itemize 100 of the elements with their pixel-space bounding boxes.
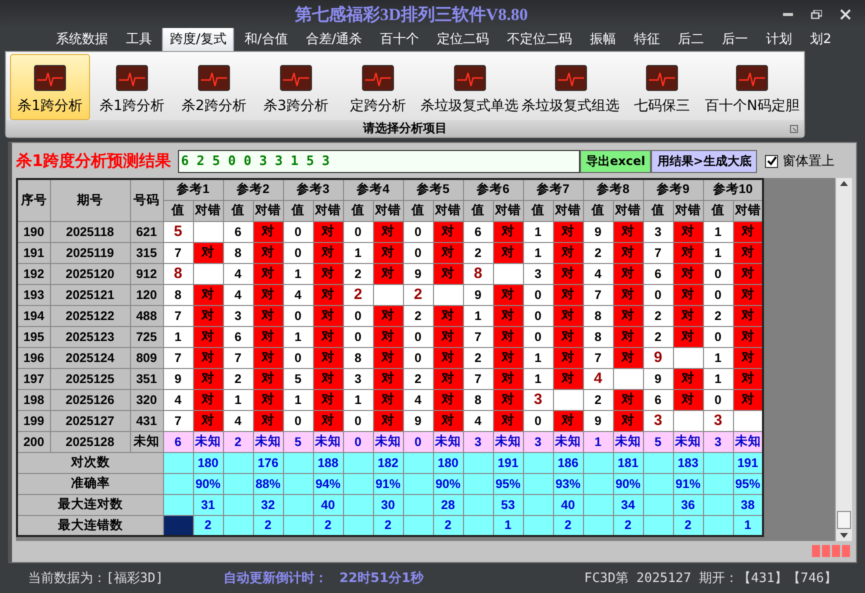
table-cell: 对 xyxy=(433,368,463,389)
analysis-item[interactable]: 杀2跨分析 xyxy=(174,54,254,120)
indicator-icon xyxy=(812,545,820,557)
column-header: 对错 xyxy=(313,200,343,221)
table-cell: 2 xyxy=(373,515,403,536)
menu-tab[interactable]: 跨度/复式 xyxy=(162,26,234,51)
menu-tab[interactable]: 特征 xyxy=(626,26,668,51)
table-cell: 40 xyxy=(313,494,343,515)
table-cell: 9 xyxy=(463,284,493,305)
dialog-launcher-icon[interactable] xyxy=(790,124,798,132)
table-cell: 对 xyxy=(193,326,223,347)
table-cell: 4 xyxy=(283,284,313,305)
table-cell: 180 xyxy=(193,452,223,473)
table-cell: 对 xyxy=(613,347,643,368)
analysis-item[interactable]: 杀垃圾复式单选 xyxy=(420,54,520,120)
result-field[interactable]: 6 2 5 0 0 3 3 1 5 3 xyxy=(178,150,580,172)
menu-tab[interactable]: 划2 xyxy=(802,26,840,51)
table-cell: 0 xyxy=(283,347,313,368)
table-cell: 1 xyxy=(583,431,613,452)
table-cell: 对 xyxy=(673,368,703,389)
table-cell: 对 xyxy=(673,263,703,284)
scroll-up-icon[interactable] xyxy=(840,181,848,186)
table-cell: 9 xyxy=(583,221,613,242)
checkbox[interactable] xyxy=(765,154,778,168)
scrollbar[interactable] xyxy=(835,178,852,541)
table-cell: 36 xyxy=(673,494,703,515)
heartbeat-monitor-icon xyxy=(198,65,230,91)
table-cell: 40 xyxy=(553,494,583,515)
table-cell: 30 xyxy=(373,494,403,515)
countdown-value: 22时51分1秒 xyxy=(339,570,424,587)
menu-tab[interactable]: 计划 xyxy=(758,26,800,51)
table-cell: 对 xyxy=(253,284,283,305)
table-cell: 2025119 xyxy=(50,242,130,263)
analysis-item[interactable]: 杀垃圾复式组选 xyxy=(521,54,620,120)
table-cell: 对 xyxy=(433,410,463,431)
table-cell: 183 xyxy=(673,452,703,473)
table-cell: 对 xyxy=(253,242,283,263)
column-header: 对错 xyxy=(493,200,523,221)
table-cell: 1 xyxy=(703,368,733,389)
indicator-icon xyxy=(832,545,840,557)
table-cell: 188 xyxy=(313,452,343,473)
table-cell: 对 xyxy=(313,347,343,368)
latest-draw-text: FC3D第 2025127 期开：【431】【746】 xyxy=(584,570,837,587)
table-cell: 91% xyxy=(673,473,703,494)
restore-icon[interactable] xyxy=(811,10,822,18)
table-cell: 对 xyxy=(433,389,463,410)
menu-tab[interactable]: 和/合值 xyxy=(236,26,296,51)
table-cell: 7 xyxy=(583,347,613,368)
column-header: 序号 xyxy=(17,179,50,221)
table-cell: 94% xyxy=(313,473,343,494)
table-cell: 2 xyxy=(583,242,613,263)
menu-tab[interactable]: 工具 xyxy=(118,26,160,51)
table-cell: 91% xyxy=(373,473,403,494)
close-icon[interactable] xyxy=(840,8,851,20)
table-cell: 未知 xyxy=(193,431,223,452)
table-cell: 对 xyxy=(733,368,763,389)
generate-button[interactable]: 用结果>生成大底 xyxy=(651,150,758,172)
table-cell: 对 xyxy=(373,326,403,347)
table-cell: 191 xyxy=(733,452,763,473)
table-cell: 0 xyxy=(403,431,433,452)
table-cell: 对 xyxy=(433,347,463,368)
table-cell: 186 xyxy=(553,452,583,473)
menu-tab[interactable]: 系统数据 xyxy=(48,26,116,51)
table-cell: 1 xyxy=(703,347,733,368)
scroll-thumb[interactable] xyxy=(837,511,851,529)
table-cell: 对 xyxy=(493,284,523,305)
table-cell: 2 xyxy=(253,515,283,536)
menu-tab[interactable]: 合差/通杀 xyxy=(298,26,370,51)
menu-tab[interactable]: 定位二码 xyxy=(429,26,498,51)
table-cell: 809 xyxy=(130,347,163,368)
minimize-icon[interactable] xyxy=(783,12,793,16)
table-cell: 1 xyxy=(223,389,253,410)
table-cell: 未知 xyxy=(130,431,163,452)
table-cell: 1 xyxy=(523,242,553,263)
table-cell: 对 xyxy=(433,305,463,326)
table-cell: 对 xyxy=(253,389,283,410)
column-header: 对错 xyxy=(253,200,283,221)
table-cell: 5 xyxy=(643,431,673,452)
analysis-item[interactable]: 百十个N码定胆 xyxy=(704,54,800,120)
analysis-item[interactable]: 杀1跨分析 xyxy=(92,54,172,120)
table-cell: 2 xyxy=(553,515,583,536)
analysis-item[interactable]: 杀3跨分析 xyxy=(256,54,336,120)
menu-tab[interactable]: 后一 xyxy=(714,26,756,51)
table-cell: 2 xyxy=(223,431,253,452)
column-header: 参考1 xyxy=(163,179,223,200)
table-cell: 6 xyxy=(163,431,193,452)
table-cell: 3 xyxy=(523,431,553,452)
menu-tab[interactable]: 不定位二码 xyxy=(499,26,580,51)
export-button[interactable]: 导出excel xyxy=(580,150,652,172)
analysis-item[interactable]: 七码保三 xyxy=(622,54,702,120)
table-cell: 7 xyxy=(163,410,193,431)
menu-tab[interactable]: 振幅 xyxy=(582,26,624,51)
table-cell: 对 xyxy=(373,368,403,389)
analysis-item[interactable]: 定跨分析 xyxy=(338,54,418,120)
menu-tab[interactable]: 后二 xyxy=(670,26,712,51)
table-cell: 对 xyxy=(733,389,763,410)
table-cell: 对 xyxy=(433,242,463,263)
scroll-down-icon[interactable] xyxy=(840,533,848,538)
menu-tab[interactable]: 百十个 xyxy=(372,26,428,51)
analysis-item[interactable]: 杀1跨分析 xyxy=(10,54,90,120)
